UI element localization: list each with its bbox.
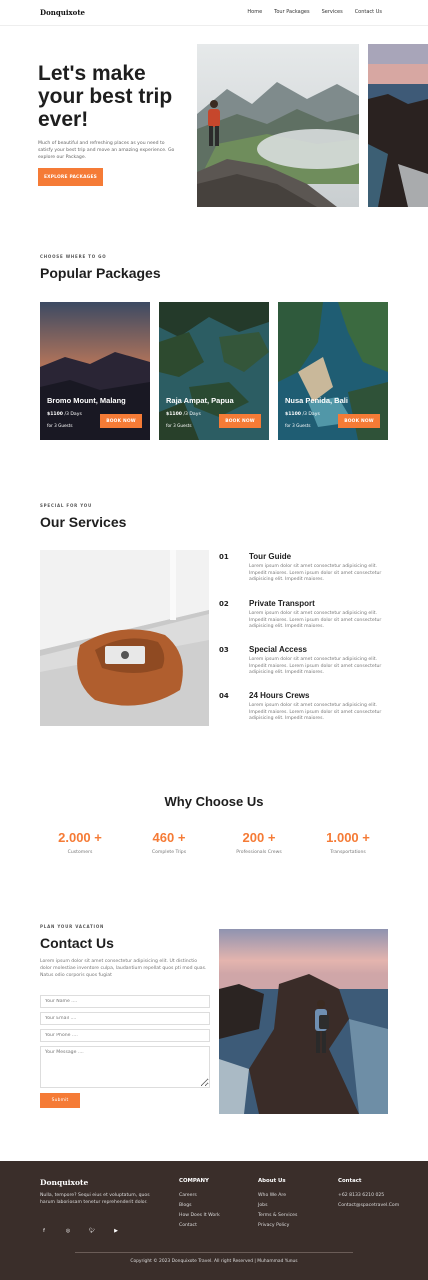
explore-packages-button[interactable]: EXPLORE PACKAGES xyxy=(38,168,103,186)
service-item: 01 Tour Guide Lorem ipsum dolor sit amet… xyxy=(219,552,389,592)
nav-link-home[interactable]: Home xyxy=(247,9,262,15)
footer-link[interactable]: Jobs xyxy=(258,1203,297,1208)
book-now-button[interactable]: BOOK NOW xyxy=(338,414,380,428)
service-number: 02 xyxy=(219,600,229,608)
footer-link[interactable]: Careers xyxy=(179,1193,220,1198)
service-title: Private Transport xyxy=(249,599,315,608)
footer-link[interactable]: Blogs xyxy=(179,1203,220,1208)
service-item: 02 Private Transport Lorem ipsum dolor s… xyxy=(219,599,389,639)
footer-col-about: About Us Who We Are Jobs Terms & Service… xyxy=(258,1178,298,1228)
package-card-nusa-penida[interactable]: Nusa Penida, Bali $1100 /3 Days for 3 Gu… xyxy=(278,302,388,440)
footer-brand[interactable]: Donquixote xyxy=(40,1178,88,1187)
services-image-bag xyxy=(40,550,209,726)
service-desc: Lorem ipsum dolor sit amet consectetur a… xyxy=(249,657,382,676)
nav-link-services[interactable]: Services xyxy=(322,9,343,15)
service-title: Tour Guide xyxy=(249,552,292,561)
service-desc: Lorem ipsum dolor sit amet consectetur a… xyxy=(249,703,382,722)
services-eyebrow: SPECIAL FOR YOU xyxy=(40,503,93,508)
footer-link[interactable]: Who We Are xyxy=(258,1193,297,1198)
instagram-icon[interactable]: ◎ xyxy=(64,1227,72,1235)
service-number: 03 xyxy=(219,646,229,654)
contact-image-hiker-cliff xyxy=(219,929,388,1114)
name-field[interactable] xyxy=(40,995,210,1008)
footer-link[interactable]: Contact xyxy=(179,1223,220,1228)
package-price: $1100 /3 Days xyxy=(47,412,82,417)
nav-link-contact[interactable]: Contact Us xyxy=(355,9,382,15)
package-price: $1100 /3 Days xyxy=(166,412,201,417)
hero-image-coast xyxy=(368,44,428,207)
service-title: 24 Hours Crews xyxy=(249,691,310,700)
brand-logo[interactable]: Donquixote xyxy=(40,8,85,17)
twitter-icon[interactable]: 🐦︎ xyxy=(88,1227,96,1235)
footer-col-company: COMPANY Careers Blogs How Does It Work C… xyxy=(179,1178,220,1228)
submit-button[interactable]: Submit xyxy=(40,1093,80,1108)
contact-eyebrow: PLAN YOUR VACATION xyxy=(40,924,105,929)
package-guests: for 3 Guests xyxy=(47,423,73,428)
service-desc: Lorem ipsum dolor sit amet consectetur a… xyxy=(249,564,382,583)
package-name: Nusa Penida, Bali xyxy=(285,396,348,405)
nav-links: Home Tour Packages Services Contact Us xyxy=(247,9,382,15)
packages-eyebrow: CHOOSE WHERE TO GO xyxy=(40,254,107,259)
package-guests: for 3 Guests xyxy=(285,423,311,428)
footer-copyright: Copyright © 2023 Donquixote Travel. All … xyxy=(130,1259,298,1264)
contact-description: Lorem ipsum dolor sit amet consectetur a… xyxy=(40,959,207,978)
navbar: Donquixote Home Tour Packages Services C… xyxy=(0,0,428,26)
nav-link-tour-packages[interactable]: Tour Packages xyxy=(274,9,309,15)
footer-link[interactable]: Privacy Policy xyxy=(258,1223,297,1228)
message-field[interactable] xyxy=(40,1046,210,1088)
youtube-icon[interactable]: ▶ xyxy=(112,1227,120,1235)
package-card-raja-ampat[interactable]: Raja Ampat, Papua $1100 /3 Days for 3 Gu… xyxy=(159,302,269,440)
stat-transportations: 1.000 + Transportations xyxy=(326,830,370,855)
package-guests: for 3 Guests xyxy=(166,423,192,428)
hero-subtitle: Much of beautiful and refreshing places … xyxy=(38,141,175,160)
book-now-button[interactable]: BOOK NOW xyxy=(219,414,261,428)
contact-title: Contact Us xyxy=(40,935,114,951)
footer-description: Nulla, tempore? Sequi eius et voluptatum… xyxy=(40,1193,150,1205)
stat-trips: 460 + Complete Trips xyxy=(151,830,187,855)
package-name: Raja Ampat, Papua xyxy=(166,396,234,405)
packages-title: Popular Packages xyxy=(40,265,161,281)
package-card-bromo[interactable]: Bromo Mount, Malang $1100 /3 Days for 3 … xyxy=(40,302,150,440)
social-links: f ◎ 🐦︎ ▶ xyxy=(40,1227,120,1235)
facebook-icon[interactable]: f xyxy=(40,1227,48,1235)
book-now-button[interactable]: BOOK NOW xyxy=(100,414,142,428)
footer-email[interactable]: Contact@spacetravel.Com xyxy=(338,1203,399,1208)
services-title: Our Services xyxy=(40,514,127,530)
service-number: 04 xyxy=(219,692,229,700)
email-field[interactable] xyxy=(40,1012,210,1025)
stat-customers: 2.000 + Customers xyxy=(58,830,102,855)
service-title: Special Access xyxy=(249,645,307,654)
phone-field[interactable] xyxy=(40,1029,210,1042)
footer-divider xyxy=(75,1252,353,1253)
service-number: 01 xyxy=(219,553,229,561)
hero-image-hiker-mountains xyxy=(197,44,359,207)
service-desc: Lorem ipsum dolor sit amet consectetur a… xyxy=(249,611,382,630)
service-item: 03 Special Access Lorem ipsum dolor sit … xyxy=(219,645,389,685)
package-name: Bromo Mount, Malang xyxy=(47,396,126,405)
hero-title: Let's make your best trip ever! xyxy=(38,62,173,131)
footer-phone[interactable]: +62 8133 6210 025 xyxy=(338,1193,399,1198)
footer-col-contact: Contact +62 8133 6210 025 Contact@spacet… xyxy=(338,1178,400,1208)
package-price: $1100 /3 Days xyxy=(285,412,320,417)
stat-crews: 200 + Professionals Crews xyxy=(236,830,282,855)
why-choose-us-title: Why Choose Us xyxy=(164,794,264,809)
service-item: 04 24 Hours Crews Lorem ipsum dolor sit … xyxy=(219,691,389,731)
footer: Donquixote Nulla, tempore? Sequi eius et… xyxy=(0,1161,428,1280)
footer-link[interactable]: Terms & Services xyxy=(258,1213,297,1218)
footer-link[interactable]: How Does It Work xyxy=(179,1213,220,1218)
